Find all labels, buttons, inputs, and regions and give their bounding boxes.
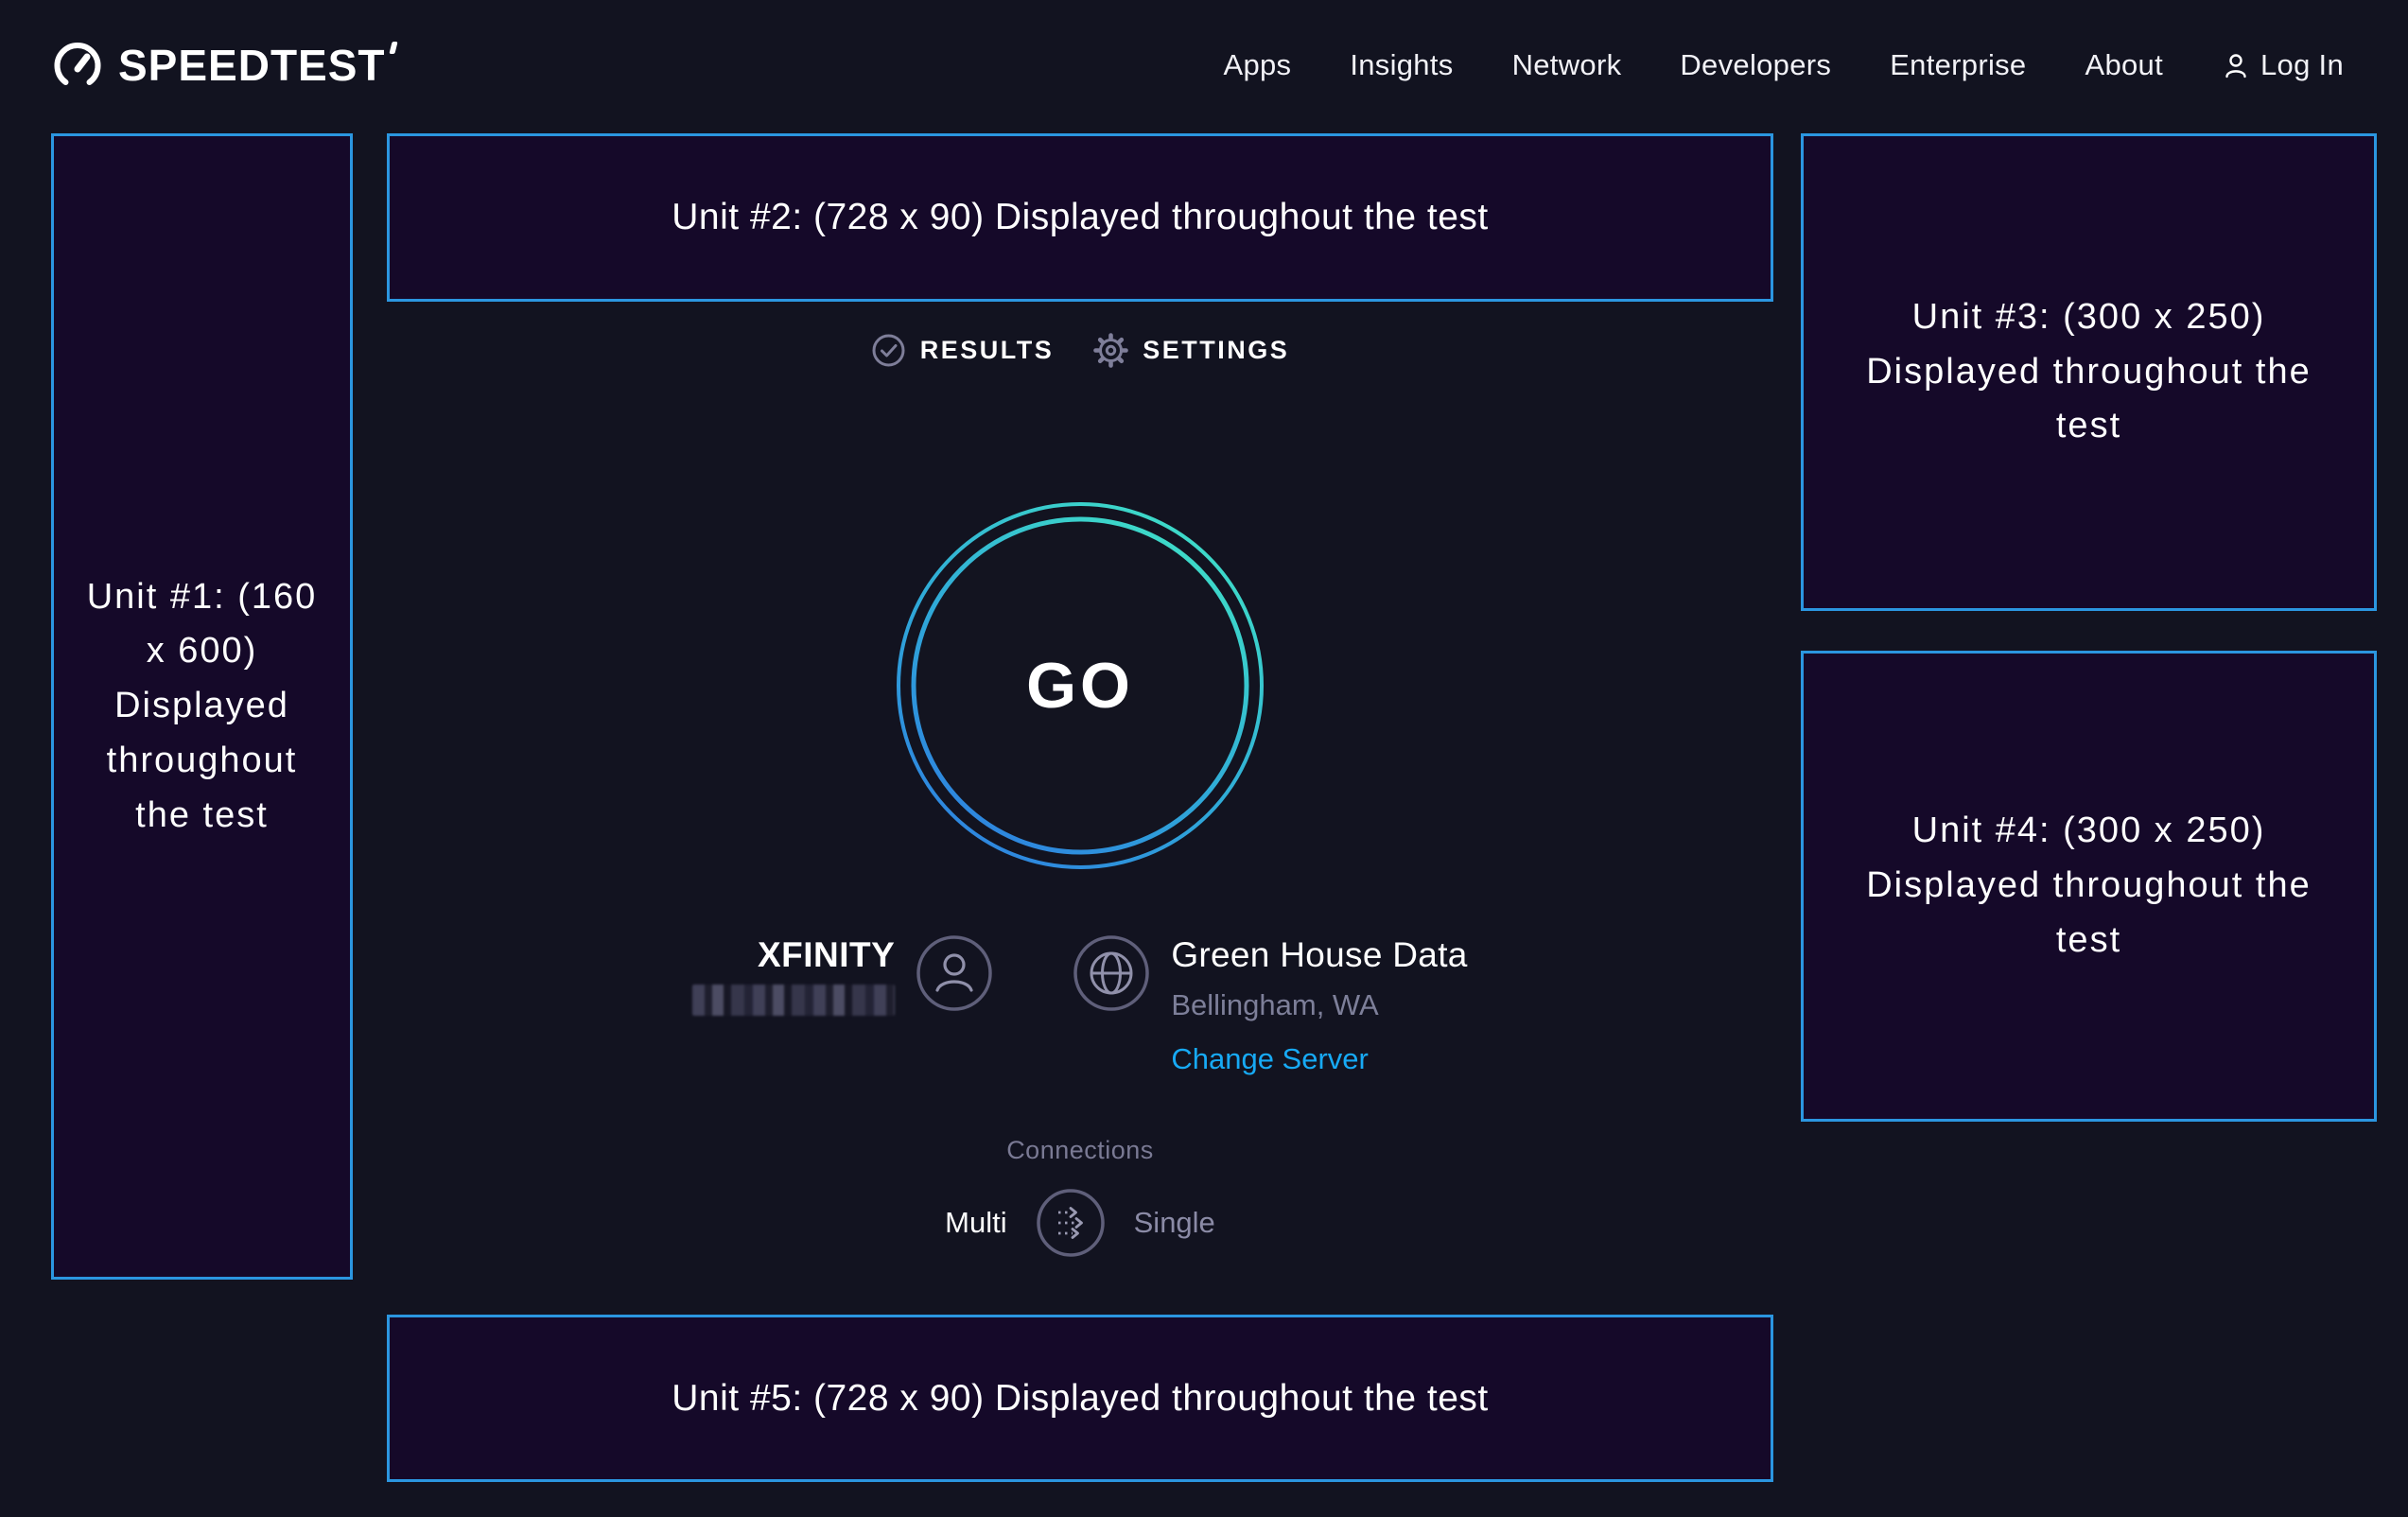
connection-meta: XFINITY Green House Data Bellingham, WA …: [387, 934, 1773, 1076]
nav-item-enterprise[interactable]: Enterprise: [1890, 48, 2026, 82]
ad-unit-5[interactable]: Unit #5: (728 x 90) Displayed throughout…: [387, 1315, 1773, 1482]
ad-unit-2-text: Unit #2: (728 x 90) Displayed throughout…: [672, 189, 1489, 245]
connections-option-single[interactable]: Single: [1134, 1206, 1215, 1240]
header: SPEEDTEST Apps Insights Network Develope…: [0, 0, 2408, 131]
login-button[interactable]: Log In: [2222, 48, 2344, 82]
go-label: GO: [896, 501, 1265, 870]
nav-item-apps[interactable]: Apps: [1223, 48, 1291, 82]
isp-group: XFINITY: [692, 934, 993, 1016]
tabs-bar: RESULTS: [387, 333, 1773, 368]
gear-icon: [1093, 333, 1128, 368]
tab-settings[interactable]: SETTINGS: [1093, 333, 1289, 368]
ad-unit-4[interactable]: Unit #4: (300 x 250) Displayed throughou…: [1801, 651, 2377, 1122]
connections-section: Connections Multi Single: [387, 1136, 1773, 1258]
logo-trademark-icon: [389, 42, 397, 54]
server-info: Green House Data Bellingham, WA Change S…: [1171, 934, 1467, 1076]
ad-unit-1-text: Unit #1: (160 x 600) Displayed throughou…: [80, 570, 324, 844]
ad-unit-2[interactable]: Unit #2: (728 x 90) Displayed throughout…: [387, 133, 1773, 302]
connections-label: Connections: [387, 1136, 1773, 1165]
ad-unit-3[interactable]: Unit #3: (300 x 250) Displayed throughou…: [1801, 133, 2377, 611]
connections-toggle-row: Multi Single: [387, 1188, 1773, 1258]
user-icon: [2222, 51, 2250, 79]
ad-unit-5-text: Unit #5: (728 x 90) Displayed throughout…: [672, 1370, 1489, 1426]
go-button[interactable]: GO: [896, 501, 1265, 870]
speedtest-logo[interactable]: SPEEDTEST: [52, 40, 396, 91]
isp-name: XFINITY: [692, 934, 895, 976]
server-group: Green House Data Bellingham, WA Change S…: [1073, 934, 1467, 1076]
nav-item-about[interactable]: About: [2085, 48, 2163, 82]
check-circle-icon: [871, 333, 906, 368]
ad-unit-4-text: Unit #4: (300 x 250) Displayed throughou…: [1862, 804, 2316, 968]
nav-item-developers[interactable]: Developers: [1680, 48, 1831, 82]
nav-item-insights[interactable]: Insights: [1350, 48, 1453, 82]
ad-unit-3-text: Unit #3: (300 x 250) Displayed throughou…: [1862, 290, 2316, 454]
ad-unit-1[interactable]: Unit #1: (160 x 600) Displayed throughou…: [51, 133, 353, 1280]
connections-option-multi[interactable]: Multi: [945, 1206, 1006, 1240]
server-location: Bellingham, WA: [1171, 988, 1467, 1022]
speedometer-logo-icon: [52, 40, 103, 91]
login-label: Log In: [2260, 48, 2344, 82]
connections-toggle-button[interactable]: [1036, 1188, 1106, 1258]
speedtest-page: SPEEDTEST Apps Insights Network Develope…: [0, 0, 2408, 1517]
nav-item-network[interactable]: Network: [1512, 48, 1622, 82]
globe-icon: [1073, 934, 1150, 1012]
isp-info: XFINITY: [692, 934, 895, 1016]
main-nav: Apps Insights Network Developers Enterpr…: [1223, 48, 2344, 82]
logo-text: SPEEDTEST: [118, 40, 396, 91]
server-name: Green House Data: [1171, 934, 1467, 976]
tab-results-label: RESULTS: [920, 336, 1055, 365]
tab-settings-label: SETTINGS: [1143, 336, 1289, 365]
isp-ip-redacted: [692, 985, 895, 1016]
tab-results[interactable]: RESULTS: [871, 333, 1055, 368]
person-icon: [916, 934, 993, 1012]
multi-connection-icon: [1036, 1188, 1106, 1258]
change-server-link[interactable]: Change Server: [1171, 1042, 1369, 1076]
